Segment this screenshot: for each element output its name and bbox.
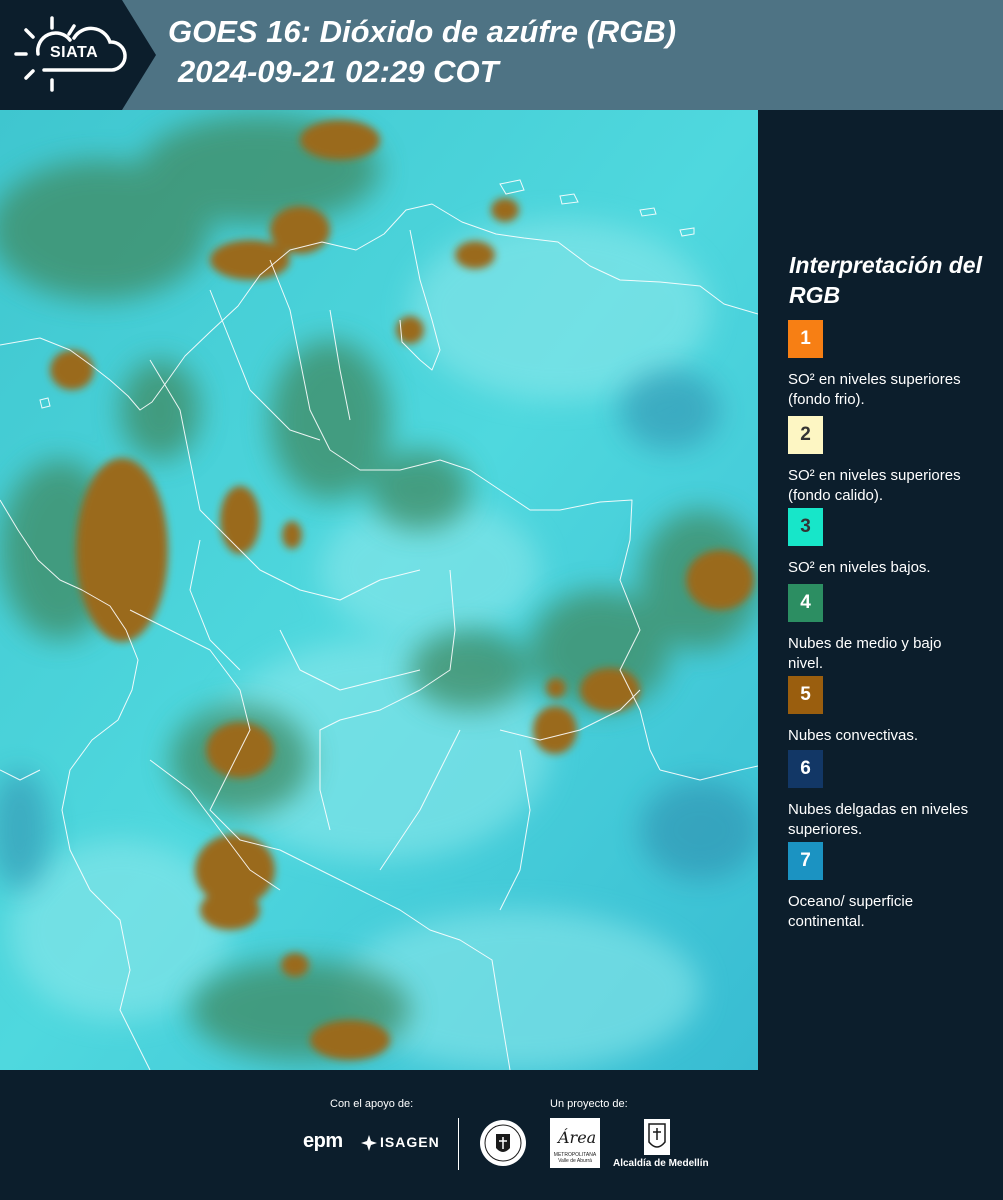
alcaldia-shield-icon xyxy=(644,1119,670,1155)
legend-swatch: 6 xyxy=(788,750,823,788)
header-bar: SIATA GOES 16: Dióxido de azúfre (RGB) 2… xyxy=(0,0,1003,110)
satellite-map[interactable] xyxy=(0,110,758,1070)
footer-divider xyxy=(458,1118,459,1170)
isagen-logo: ISAGEN xyxy=(380,1134,440,1150)
legend-item-3: 3 SO² en niveles bajos. xyxy=(788,508,988,578)
legend-description: Nubes delgadas en niveles superiores. xyxy=(788,801,969,838)
area-metropolitana-logo: Área METROPOLITANA Valle de Aburrá xyxy=(550,1118,600,1168)
medellin-seal-icon xyxy=(480,1120,526,1166)
legend-description: SO² en niveles superiores (fondo frio). xyxy=(788,371,961,408)
siata-logo[interactable]: SIATA xyxy=(0,0,156,110)
logo-text: SIATA xyxy=(50,44,99,61)
legend-description: Nubes de medio y bajo nivel. xyxy=(788,635,942,672)
legend-description: Nubes convectivas. xyxy=(788,727,919,744)
legend-swatch: 5 xyxy=(788,676,823,714)
legend-swatch: 2 xyxy=(788,416,823,454)
legend-item-1: 1 SO² en niveles superiores (fondo frio)… xyxy=(788,320,988,410)
legend-description: SO² en niveles bajos. xyxy=(788,559,931,576)
legend-panel: Interpretación del RGB 1 SO² en niveles … xyxy=(760,110,1003,1070)
alcaldia-label: Alcaldía de Medellín xyxy=(613,1158,709,1169)
timestamp: 2024-09-21 02:29 COT xyxy=(178,54,499,89)
legend-swatch: 1 xyxy=(788,320,823,358)
project-label: Un proyecto de: xyxy=(550,1098,628,1110)
legend-swatch: 3 xyxy=(788,508,823,546)
isagen-icon xyxy=(361,1135,377,1151)
legend-swatch: 4 xyxy=(788,584,823,622)
area-logo-word: Área xyxy=(558,1128,597,1147)
legend-item-4: 4 Nubes de medio y bajo nivel. xyxy=(788,584,988,674)
area-logo-subtitle: METROPOLITANA Valle de Aburrá xyxy=(553,1152,597,1164)
satellite-image xyxy=(0,110,758,1070)
epm-logo: epm xyxy=(303,1130,343,1152)
legend-swatch: 7 xyxy=(788,842,823,880)
legend-item-7: 7 Oceano/ superficie continental. xyxy=(788,842,988,932)
legend-item-2: 2 SO² en niveles superiores (fondo calid… xyxy=(788,416,988,506)
legend-title: Interpretación del RGB xyxy=(789,252,982,308)
footer: Con el apoyo de: Un proyecto de: epm ISA… xyxy=(0,1070,1003,1200)
page-title: GOES 16: Dióxido de azúfre (RGB) xyxy=(168,14,677,49)
legend-description: SO² en niveles superiores (fondo calido)… xyxy=(788,467,961,504)
support-label: Con el apoyo de: xyxy=(330,1098,414,1110)
legend-item-5: 5 Nubes convectivas. xyxy=(788,676,988,746)
legend-description: Oceano/ superficie continental. xyxy=(788,893,914,930)
legend-item-6: 6 Nubes delgadas en niveles superiores. xyxy=(788,750,988,840)
